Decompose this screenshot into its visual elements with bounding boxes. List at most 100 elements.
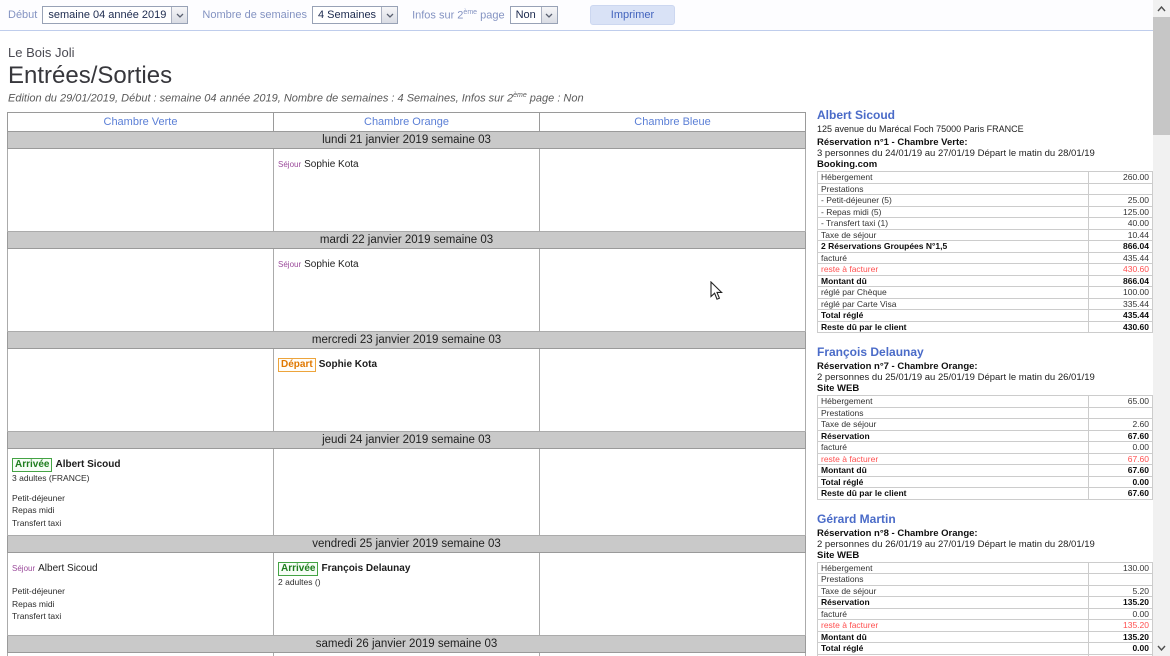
fee-value: 25.00	[1089, 195, 1153, 207]
day-band: mercredi 23 janvier 2019 semaine 03	[8, 331, 806, 348]
fee-value	[1089, 574, 1153, 586]
fee-value: 130.00	[1089, 562, 1153, 574]
scroll-down-icon[interactable]	[1153, 639, 1170, 656]
reservations-panel: Albert Sicoud 125 avenue du Marécal Foch…	[817, 108, 1153, 656]
guest-name: Sophie Kota	[304, 259, 359, 270]
second-page-info-label: Infos sur 2ème page	[412, 9, 505, 22]
fee-row: - Transfert taxi (1) 40.00	[818, 218, 1153, 230]
fee-value	[1089, 183, 1153, 195]
fee-label: reste à facturer	[818, 264, 1089, 276]
day-cell	[8, 248, 274, 331]
fee-row: Prestations	[818, 407, 1153, 419]
fee-label: Hébergement	[818, 562, 1089, 574]
fee-label: Taxe de séjour	[818, 419, 1089, 431]
stay-prefix: Séjour	[278, 260, 301, 269]
guest-name: Sophie Kota	[304, 159, 359, 170]
start-week-value: semaine 04 année 2019	[43, 7, 171, 23]
reservation-title: Réservation n°7 - Chambre Orange:	[817, 361, 1153, 372]
arrival-badge: Arrivée	[12, 458, 52, 472]
fee-label: réglé par Chèque	[818, 287, 1089, 299]
client-block-albert-sicoud: Albert Sicoud 125 avenue du Marécal Foch…	[817, 108, 1153, 333]
guest-name: Albert Sicoud	[55, 459, 120, 470]
fee-row: Prestations	[818, 574, 1153, 586]
fee-label: Montant dû	[818, 631, 1089, 643]
day-cell	[274, 652, 540, 656]
day-cell: ArrivéeAlbert Sicoud 3 adultes (FRANCE) …	[8, 448, 274, 535]
fee-label: Reste dû par le client	[818, 321, 1089, 333]
fee-value: 866.04	[1089, 275, 1153, 287]
stay-prefix: Séjour	[278, 160, 301, 169]
arrival-badge: Arrivée	[278, 562, 318, 576]
fee-label: Hébergement	[818, 172, 1089, 184]
fee-value: 5.20	[1089, 585, 1153, 597]
client-address: 125 avenue du Marécal Foch 75000 Paris F…	[817, 124, 1153, 135]
fee-label: Hébergement	[818, 396, 1089, 408]
fee-row: reste à facturer 430.60	[818, 264, 1153, 276]
second-page-info-select[interactable]: Non	[510, 6, 558, 24]
day-cell: SéjourSophie Kota	[274, 248, 540, 331]
fee-row: - Petit-déjeuner (5) 25.00	[818, 195, 1153, 207]
guest-count: 2 adultes ()	[278, 577, 535, 587]
services-list: Petit-déjeuner Repas midi Transfert taxi	[12, 585, 269, 623]
day-band: samedi 26 janvier 2019 semaine 03	[8, 635, 806, 652]
day-band: vendredi 25 janvier 2019 semaine 03	[8, 535, 806, 552]
scrollbar-thumb[interactable]	[1153, 17, 1170, 135]
fee-row: Prestations	[818, 183, 1153, 195]
toolbar: Début semaine 04 année 2019 Nombre de se…	[0, 0, 1153, 31]
day-cell	[540, 248, 806, 331]
fee-value: 40.00	[1089, 218, 1153, 230]
day-cell: DépartSophie Kota	[274, 348, 540, 431]
reservation-source: Site WEB	[817, 550, 1153, 561]
fee-label: Prestations	[818, 183, 1089, 195]
fee-value: 260.00	[1089, 172, 1153, 184]
fee-row: Hébergement 260.00	[818, 172, 1153, 184]
reservation-source: Booking.com	[817, 159, 1153, 170]
day-cell	[540, 652, 806, 656]
fee-value: 135.20	[1089, 597, 1153, 609]
day-row: SéjourAlbert Sicoud Petit-déjeuner Repas…	[8, 552, 806, 635]
day-cell	[540, 552, 806, 635]
fee-label: Prestations	[818, 574, 1089, 586]
fee-value: 866.04	[1089, 241, 1153, 253]
fee-row: Taxe de séjour 10.44	[818, 229, 1153, 241]
client-name: François Delaunay	[817, 345, 1153, 359]
guest-name: François Delaunay	[321, 563, 410, 574]
client-block-gerard-martin: Gérard Martin Réservation n°8 - Chambre …	[817, 512, 1153, 656]
fee-row: facturé 0.00	[818, 442, 1153, 454]
reservation-details: 2 personnes du 26/01/19 au 27/01/19 Dépa…	[817, 539, 1153, 550]
day-row: DépartSophie Kota	[8, 348, 806, 431]
fee-row: facturé 0.00	[818, 608, 1153, 620]
fee-value: 135.20	[1089, 631, 1153, 643]
scroll-up-icon[interactable]	[1153, 0, 1170, 17]
fee-value: 125.00	[1089, 206, 1153, 218]
fee-label: Taxe de séjour	[818, 229, 1089, 241]
fee-value: 67.60	[1089, 465, 1153, 477]
weeks-count-select[interactable]: 4 Semaines	[312, 6, 398, 24]
start-week-label: Début	[8, 9, 37, 21]
fee-row: Total réglé 435.44	[818, 310, 1153, 322]
fee-label: - Transfert taxi (1)	[818, 218, 1089, 230]
fee-row: Total réglé 0.00	[818, 643, 1153, 655]
fee-row: réglé par Carte Visa 335.44	[818, 298, 1153, 310]
reservation-details: 3 personnes du 24/01/19 au 27/01/19 Dépa…	[817, 148, 1153, 159]
day-cell	[8, 148, 274, 231]
day-row: SéjourSophie Kota	[8, 148, 806, 231]
fee-row: Hébergement 130.00	[818, 562, 1153, 574]
weeks-count-label: Nombre de semaines	[202, 9, 307, 21]
fee-label: réglé par Carte Visa	[818, 298, 1089, 310]
day-cell	[8, 652, 274, 656]
vertical-scrollbar[interactable]	[1153, 0, 1170, 656]
chevron-down-icon	[171, 7, 187, 23]
print-button[interactable]: Imprimer	[590, 5, 675, 25]
weeks-count-value: 4 Semaines	[313, 7, 381, 23]
fee-row: Réservation 67.60	[818, 430, 1153, 442]
fee-value: 100.00	[1089, 287, 1153, 299]
edition-line: Edition du 29/01/2019, Début : semaine 0…	[8, 92, 817, 105]
start-week-select[interactable]: semaine 04 année 2019	[42, 6, 188, 24]
client-block-francois-delaunay: François Delaunay Réservation n°7 - Cham…	[817, 345, 1153, 500]
guest-name: Albert Sicoud	[38, 563, 97, 574]
client-name: Gérard Martin	[817, 512, 1153, 526]
fee-label: - Petit-déjeuner (5)	[818, 195, 1089, 207]
day-row: SéjourSophie Kota	[8, 248, 806, 331]
day-row: ArrivéeAlbert Sicoud 3 adultes (FRANCE) …	[8, 448, 806, 535]
